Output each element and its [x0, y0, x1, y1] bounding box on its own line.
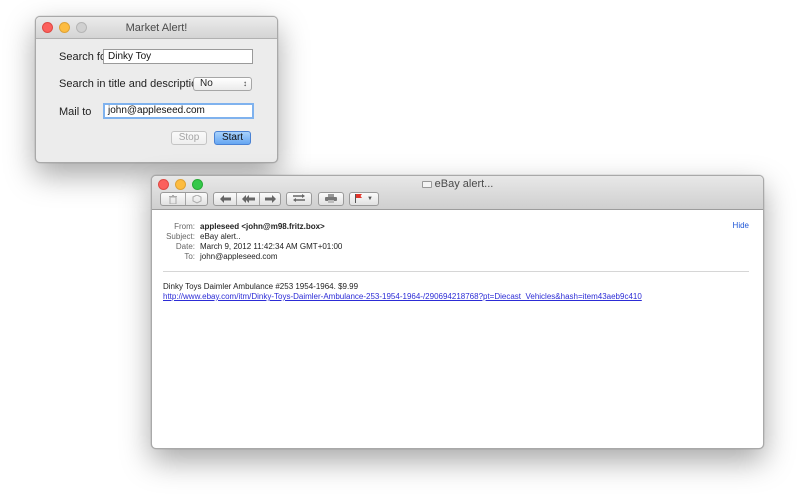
market-alert-titlebar[interactable]: Market Alert!	[36, 17, 277, 39]
redirect-icon	[293, 194, 305, 204]
mail-message-window: eBay alert... ▼ From: appleseed <john@m9…	[151, 175, 764, 449]
header-divider	[163, 271, 749, 272]
message-body-link[interactable]: http://www.ebay.com/itm/Dinky-Toys-Daiml…	[163, 292, 642, 302]
forward-icon[interactable]	[260, 193, 281, 205]
redirect-button[interactable]	[286, 192, 312, 206]
header-key: Date:	[175, 242, 195, 251]
search-for-input[interactable]: Dinky Toy	[103, 49, 253, 64]
stop-button[interactable]: Stop	[171, 131, 207, 145]
search-scope-value: No	[200, 78, 213, 89]
print-button[interactable]	[318, 192, 344, 206]
message-body-text: Dinky Toys Daimler Ambulance #253 1954-1…	[163, 282, 359, 291]
flag-button[interactable]: ▼	[349, 192, 379, 206]
start-button[interactable]: Start	[214, 131, 251, 145]
trash-icon[interactable]	[161, 193, 185, 205]
header-subject-value: eBay alert..	[200, 232, 241, 241]
mail-toolbar[interactable]: eBay alert... ▼	[152, 176, 763, 210]
search-scope-select[interactable]: No ↕	[193, 77, 252, 91]
window-title: Market Alert!	[125, 22, 188, 34]
mail-to-input[interactable]: john@appleseed.com	[103, 103, 254, 119]
print-icon	[325, 193, 337, 205]
window-title: eBay alert...	[152, 176, 763, 192]
header-date-value: March 9, 2012 11:42:34 AM GMT+01:00	[200, 242, 343, 251]
popup-arrows-icon: ↕	[243, 79, 247, 88]
delete-junk-buttons	[160, 192, 208, 206]
flag-icon	[355, 193, 363, 205]
header-key: Subject:	[166, 232, 195, 241]
header-from-value[interactable]: appleseed <john@m98.fritz.box>	[200, 222, 325, 232]
header-date-row: Date: March 9, 2012 11:42:34 AM GMT+01:0…	[152, 242, 763, 252]
reply-icon[interactable]	[214, 193, 236, 205]
header-subject-row: Subject: eBay alert..	[152, 232, 763, 242]
header-key: From:	[174, 222, 195, 231]
market-alert-window: Market Alert! Search for Dinky Toy Searc…	[35, 16, 278, 163]
chevron-down-icon: ▼	[367, 196, 373, 202]
header-key: To:	[184, 252, 195, 261]
reply-group	[213, 192, 281, 206]
mail-to-label: Mail to	[59, 106, 92, 118]
junk-icon[interactable]	[186, 193, 208, 205]
reply-all-icon[interactable]	[237, 193, 259, 205]
header-to-row: To: john@appleseed.com	[152, 252, 763, 262]
hide-headers-link[interactable]: Hide	[733, 221, 749, 230]
envelope-icon	[421, 181, 432, 188]
search-scope-label: Search in title and description	[59, 78, 204, 90]
header-from-row: From: appleseed <john@m98.fritz.box>	[152, 222, 763, 232]
header-to-value[interactable]: john@appleseed.com	[200, 252, 278, 262]
